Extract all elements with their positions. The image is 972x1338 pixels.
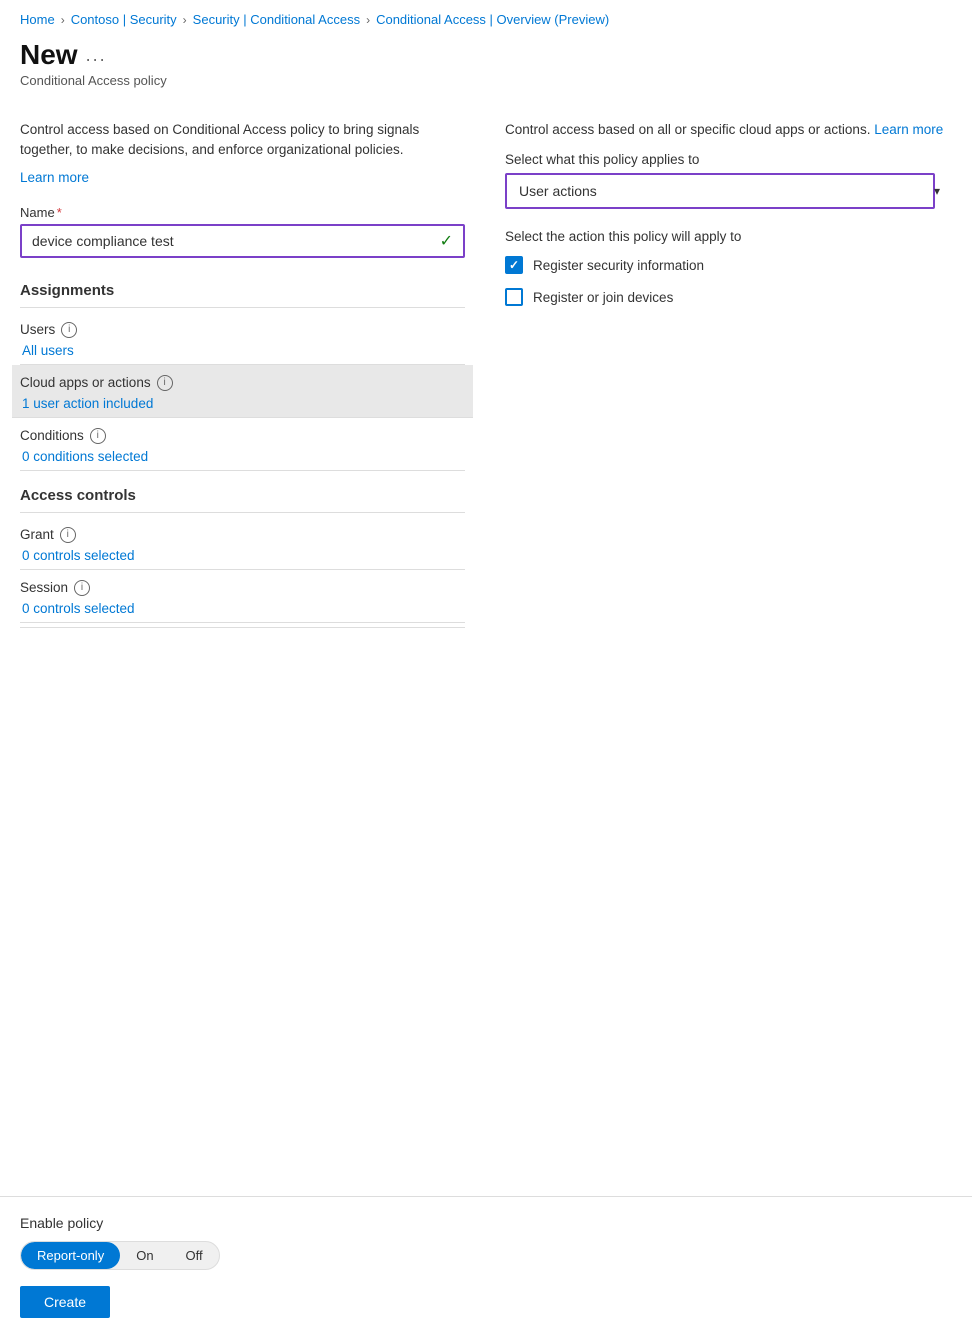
users-item: Users i All users — [20, 312, 465, 365]
grant-info-icon[interactable]: i — [60, 527, 76, 543]
breadcrumb-sep-3: › — [366, 13, 370, 27]
action-label: Select the action this policy will apply… — [505, 229, 952, 244]
session-value-link[interactable]: 0 controls selected — [20, 601, 135, 616]
session-info-icon[interactable]: i — [74, 580, 90, 596]
left-panel: Control access based on Conditional Acce… — [20, 120, 465, 632]
cloud-apps-info-icon[interactable]: i — [157, 375, 173, 391]
right-learn-more-link[interactable]: Learn more — [874, 122, 943, 137]
page-header: New ... Conditional Access policy — [0, 35, 972, 100]
assignments-section: Assignments Users i All users Cloud apps… — [20, 274, 465, 471]
conditions-value-link[interactable]: 0 conditions selected — [20, 449, 148, 464]
name-input-wrapper: ✓ — [20, 224, 465, 258]
register-join-item: Register or join devices — [505, 288, 952, 306]
conditions-label: Conditions — [20, 428, 84, 443]
conditions-item: Conditions i 0 conditions selected — [20, 418, 465, 471]
register-security-label: Register security information — [533, 258, 704, 273]
session-label: Session — [20, 580, 68, 595]
users-value-link[interactable]: All users — [20, 343, 74, 358]
enable-policy-label: Enable policy — [20, 1215, 952, 1231]
breadcrumb-home[interactable]: Home — [20, 12, 55, 27]
right-description: Control access based on all or specific … — [505, 120, 952, 140]
assignments-divider — [20, 307, 465, 308]
users-info-icon[interactable]: i — [61, 322, 77, 338]
name-label: Name* — [20, 205, 465, 220]
register-join-label: Register or join devices — [533, 290, 673, 305]
create-button[interactable]: Create — [20, 1286, 110, 1318]
toggle-on[interactable]: On — [120, 1242, 169, 1269]
breadcrumb-security-ca[interactable]: Security | Conditional Access — [193, 12, 360, 27]
register-security-checkbox[interactable] — [505, 256, 523, 274]
access-controls-title: Access controls — [20, 479, 465, 508]
register-security-item: Register security information — [505, 256, 952, 274]
session-item: Session i 0 controls selected — [20, 570, 465, 623]
name-input[interactable] — [22, 226, 463, 256]
toggle-row: Report-only On Off — [20, 1241, 952, 1270]
assignments-title: Assignments — [20, 274, 465, 303]
left-learn-more-link[interactable]: Learn more — [20, 170, 89, 185]
grant-label: Grant — [20, 527, 54, 542]
policy-applies-dropdown[interactable]: Cloud apps User actions Authentication c… — [505, 173, 935, 209]
users-label: Users — [20, 322, 55, 337]
breadcrumb-sep-2: › — [183, 13, 187, 27]
cloud-apps-label: Cloud apps or actions — [20, 375, 151, 390]
breadcrumb-contoso-security[interactable]: Contoso | Security — [71, 12, 177, 27]
breadcrumb: Home › Contoso | Security › Security | C… — [0, 0, 972, 35]
name-section: Name* ✓ — [20, 205, 465, 258]
toggle-report-only[interactable]: Report-only — [21, 1242, 120, 1269]
required-indicator: * — [57, 205, 62, 220]
access-controls-section: Access controls Grant i 0 controls selec… — [20, 479, 465, 628]
grant-item: Grant i 0 controls selected — [20, 517, 465, 570]
dropdown-wrapper: Cloud apps User actions Authentication c… — [505, 173, 952, 209]
cloud-apps-value-link[interactable]: 1 user action included — [20, 396, 153, 411]
input-valid-icon: ✓ — [440, 231, 453, 251]
policy-toggle-group: Report-only On Off — [20, 1241, 220, 1270]
breadcrumb-sep-1: › — [61, 13, 65, 27]
breadcrumb-ca-overview[interactable]: Conditional Access | Overview (Preview) — [376, 12, 609, 27]
session-bottom-divider — [20, 627, 465, 628]
register-join-checkbox[interactable] — [505, 288, 523, 306]
cloud-apps-item: Cloud apps or actions i 1 user action in… — [12, 365, 473, 418]
grant-value-link[interactable]: 0 controls selected — [20, 548, 135, 563]
bottom-bar: Enable policy Report-only On Off Create — [0, 1196, 972, 1338]
select-policy-label: Select what this policy applies to — [505, 152, 952, 167]
page-subtitle: Conditional Access policy — [20, 73, 952, 88]
left-description: Control access based on Conditional Acce… — [20, 120, 465, 161]
toggle-off[interactable]: Off — [170, 1242, 219, 1269]
right-panel: Control access based on all or specific … — [505, 120, 952, 632]
access-controls-divider — [20, 512, 465, 513]
conditions-info-icon[interactable]: i — [90, 428, 106, 444]
more-options-button[interactable]: ... — [86, 45, 107, 66]
page-title: New — [20, 39, 78, 71]
